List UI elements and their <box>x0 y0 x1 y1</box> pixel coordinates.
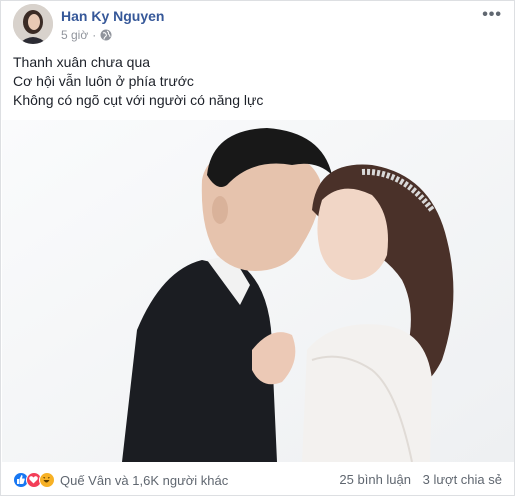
author-name[interactable]: Han Ky Nguyen <box>61 8 164 24</box>
post-text-line: Thanh xuân chưa qua <box>13 54 151 70</box>
post-text-line: Không có ngõ cụt với người có năng lực <box>13 92 264 108</box>
post-text: Thanh xuân chưa qua Cơ hội vẫn luôn ở ph… <box>13 53 503 110</box>
post-card: Han Ky Nguyen 5 giờ · ••• Thanh xuân chư… <box>0 0 515 496</box>
post-footer: Quế Vân và 1,6K người khác 25 bình luận … <box>13 469 502 493</box>
avatar[interactable] <box>13 4 53 44</box>
globe-icon[interactable] <box>100 29 112 41</box>
shares-count[interactable]: 3 lượt chia sẻ <box>423 472 502 487</box>
engagement-counts: 25 bình luận 3 lượt chia sẻ <box>339 472 502 487</box>
post-time[interactable]: 5 giờ <box>61 28 88 42</box>
comments-count[interactable]: 25 bình luận <box>339 472 411 487</box>
post-photo[interactable] <box>2 120 514 462</box>
post-header: Han Ky Nguyen 5 giờ · ••• <box>13 4 502 46</box>
haha-icon <box>39 472 55 488</box>
reactions-summary[interactable]: Quế Vân và 1,6K người khác <box>13 472 228 488</box>
post-text-line: Cơ hội vẫn luôn ở phía trước <box>13 73 194 89</box>
post-meta: 5 giờ · <box>61 28 112 42</box>
reactions-label[interactable]: Quế Vân và 1,6K người khác <box>60 473 228 488</box>
separator-dot: · <box>92 28 97 42</box>
more-icon[interactable]: ••• <box>482 6 502 24</box>
